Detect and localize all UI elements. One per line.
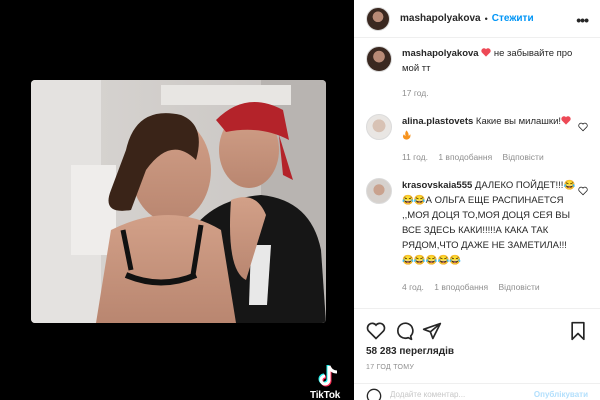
fire-emoji-icon [402,130,411,140]
tiktok-watermark: TikTok [306,362,350,400]
like-comment-heart-icon[interactable] [578,122,588,132]
caption-username[interactable]: mashapolyakova [402,48,479,59]
comment-username[interactable]: krasovskaia555 [402,180,472,191]
reply-button[interactable]: Відповісти [498,282,539,292]
avatar[interactable] [366,6,390,31]
photo-illustration [31,80,326,323]
comment-username[interactable]: alina.plastovets [402,116,473,127]
separator-dot: • [484,13,488,24]
post-media[interactable]: TikTok [0,0,354,400]
avatar[interactable] [366,46,392,72]
views-count[interactable]: 58 283 переглядів [366,346,454,357]
comment-text: Какие вы милашки! [475,116,562,127]
post-header: mashapolyakova • Стежити ••• [354,0,600,38]
post-sidebar: mashapolyakova • Стежити ••• mashapolyak… [354,0,600,400]
comment-input[interactable]: Додайте коментар... [390,390,465,399]
save-bookmark-icon[interactable] [568,321,588,341]
caption: mashapolyakova не забывайте про мой тт 1… [366,46,588,106]
follow-button[interactable]: Стежити [492,13,534,24]
comment-meta: 4 год. 1 вподобання Відповісти [402,282,548,292]
comment-time[interactable]: 4 год. [402,282,424,292]
comment-meta: 11 год. 1 вподобання Відповісти [402,152,552,162]
avatar[interactable] [366,178,392,204]
list-item: alina.plastovets Какие вы милашки! 11 го… [366,114,588,164]
list-item: krasovskaia555 ДАЛЕКО ПОЙДЕТ!!!😂😂😂А ОЛЬГ… [366,178,588,298]
comment-likes[interactable]: 1 вподобання [434,282,488,292]
comments-list[interactable]: mashapolyakova не забывайте про мой тт 1… [354,38,600,308]
red-heart-emoji-icon [481,48,491,57]
post-actions: 58 283 переглядів 17 ГОД ТОМУ Додайте ко… [354,308,600,400]
tiktok-watermark-text: TikTok [310,390,341,400]
tiktok-logo-icon [318,365,338,387]
comment-text: ДАЛЕКО ПОЙДЕТ!!!😂😂😂А ОЛЬГА ЕЩЕ РАСПИНАЕТ… [402,180,576,266]
comment-body: alina.plastovets Какие вы милашки! [402,114,578,144]
publish-button[interactable]: Опублікувати [534,390,588,399]
add-comment-bar: Додайте коментар... Опублікувати [354,383,600,400]
caption-meta: 17 год. [402,88,437,98]
like-comment-heart-icon[interactable] [578,186,588,196]
post-photo[interactable] [31,80,326,323]
avatar[interactable] [366,114,392,140]
comment-likes[interactable]: 1 вподобання [438,152,492,162]
share-paper-plane-icon[interactable] [422,321,442,341]
reply-button[interactable]: Відповісти [503,152,544,162]
more-horizontal-icon[interactable]: ••• [576,12,589,28]
red-heart-emoji-icon [561,116,571,125]
like-heart-icon[interactable] [366,321,386,341]
comment-bubble-icon[interactable] [394,321,414,341]
post-time[interactable]: 17 ГОД ТОМУ [366,364,414,371]
header-username[interactable]: mashapolyakova [400,13,481,24]
comment-time[interactable]: 11 год. [402,152,428,162]
comment-body: krasovskaia555 ДАЛЕКО ПОЙДЕТ!!!😂😂😂А ОЛЬГ… [402,178,578,268]
caption-body: mashapolyakova не забывайте про мой тт [402,46,578,76]
caption-time[interactable]: 17 год. [402,88,429,98]
emoji-smile-icon[interactable] [366,388,382,400]
